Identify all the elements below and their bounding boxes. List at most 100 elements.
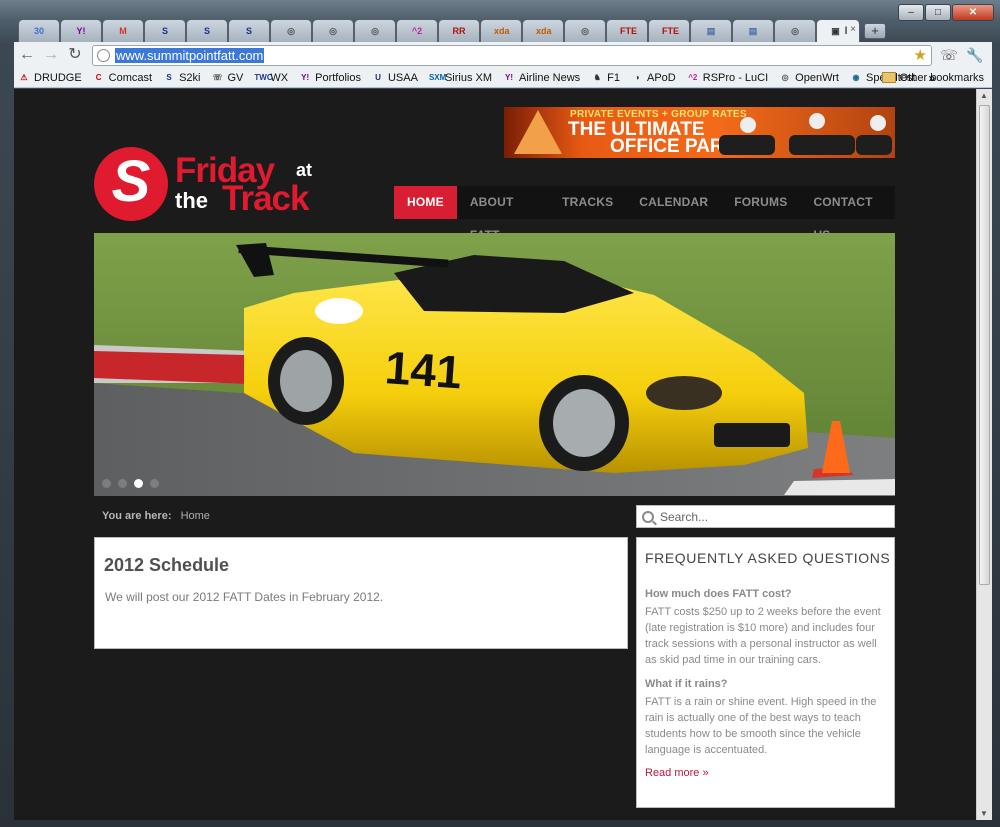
maximize-button[interactable]: □ bbox=[925, 4, 951, 21]
tab[interactable]: S bbox=[186, 19, 228, 42]
bookmark-item[interactable]: SXM Sirius XM bbox=[429, 72, 492, 84]
slide-dot[interactable] bbox=[150, 479, 159, 488]
tab[interactable]: xda bbox=[480, 19, 522, 42]
nav-item-forums[interactable]: FORUMS bbox=[721, 186, 800, 219]
faq-answer-line: language is accentuated. bbox=[645, 744, 768, 756]
address-bar[interactable]: www.summitpointfatt.com ★ bbox=[92, 44, 932, 66]
bookmark-favicon-icon: C bbox=[95, 72, 102, 82]
tab[interactable]: ◎ bbox=[774, 19, 816, 42]
bookmark-item[interactable]: TWC WX bbox=[254, 72, 288, 84]
scroll-down-arrow-icon[interactable]: ▼ bbox=[980, 809, 988, 818]
read-more-link[interactable]: Read more » bbox=[645, 767, 709, 779]
bookmark-item[interactable]: U USAA bbox=[372, 72, 418, 84]
nav-item-about-fatt[interactable]: ABOUT FATT bbox=[457, 186, 549, 242]
forward-arrow-icon[interactable]: → bbox=[40, 44, 62, 66]
bookmark-favicon-icon: ◉ bbox=[852, 72, 860, 82]
bookmark-item[interactable]: C Comcast bbox=[93, 72, 152, 84]
wrench-icon[interactable]: 🔧 bbox=[966, 46, 984, 64]
bookmark-label: F1 bbox=[607, 71, 620, 84]
calendar-icon: 30 bbox=[33, 26, 44, 36]
bookmark-item[interactable]: ♞ F1 bbox=[591, 72, 620, 84]
reload-icon[interactable]: ↻ bbox=[64, 44, 86, 66]
tab[interactable]: Y! bbox=[60, 19, 102, 42]
address-url[interactable]: www.summitpointfatt.com bbox=[115, 47, 265, 63]
faq-answer-line: rain is actually one of the best ways to… bbox=[645, 712, 861, 724]
s2ki-icon: S bbox=[161, 26, 168, 36]
helmet-graphic bbox=[809, 113, 825, 129]
bookmark-label: Sirius XM bbox=[444, 71, 493, 84]
bookmark-item[interactable]: S S2ki bbox=[163, 72, 200, 84]
xda-icon: xda bbox=[494, 26, 510, 36]
s2ki-icon: S bbox=[245, 26, 252, 36]
bookmark-item[interactable]: ^2 RSPro - LuCI bbox=[687, 72, 768, 84]
bookmark-item[interactable]: ◑ APoD bbox=[631, 72, 676, 84]
bookmark-label: GV bbox=[227, 71, 244, 84]
slide-dot[interactable] bbox=[102, 479, 111, 488]
scrollbar-thumb[interactable] bbox=[979, 105, 990, 585]
tab[interactable]: M bbox=[102, 19, 144, 42]
breadcrumb-current[interactable]: Home bbox=[181, 510, 210, 522]
tab[interactable]: S bbox=[228, 19, 270, 42]
tab[interactable]: ◎ bbox=[354, 19, 396, 42]
nav-item-contact-us[interactable]: CONTACT US bbox=[800, 186, 895, 242]
tab[interactable]: FTE bbox=[648, 19, 690, 42]
hero-slideshow[interactable]: 141 bbox=[94, 233, 895, 496]
tab[interactable]: FTE bbox=[606, 19, 648, 42]
vertical-scrollbar[interactable]: ▲ ▼ bbox=[976, 89, 992, 820]
bookmark-favicon-icon: ⚠ bbox=[20, 72, 28, 82]
bookmark-item[interactable]: ☏ GV bbox=[211, 72, 243, 84]
back-arrow-icon[interactable]: ← bbox=[16, 44, 38, 66]
nav-item-calendar[interactable]: CALENDAR bbox=[626, 186, 721, 219]
faq-answer-line: track sessions with a personal instructo… bbox=[645, 638, 877, 650]
bookmark-item[interactable]: ⚠ DRUDGE bbox=[18, 72, 81, 84]
bookmark-item[interactable]: ◎ OpenWrt bbox=[779, 72, 839, 84]
browser-window: – □ ✕ 30 Y! M S S S ◎ ◎ ◎ ^2 RR xda xda ◎ FTE FTE ▤ ▤ ◎ ▣ I ×… bbox=[0, 0, 1000, 827]
scroll-up-arrow-icon[interactable]: ▲ bbox=[980, 91, 988, 100]
extension-icon[interactable]: ☏ bbox=[940, 46, 958, 64]
tab[interactable]: ◎ bbox=[312, 19, 354, 42]
nav-item-tracks[interactable]: TRACKS bbox=[549, 186, 626, 219]
folder-icon bbox=[881, 72, 896, 83]
bookmark-favicon-icon: ◎ bbox=[781, 72, 789, 82]
bookmark-item[interactable]: Y! Portfolios bbox=[299, 72, 361, 84]
bookmark-star-icon[interactable]: ★ bbox=[914, 46, 927, 64]
nav-item-home[interactable]: HOME bbox=[394, 186, 457, 219]
bookmark-favicon-icon: ◑ bbox=[634, 72, 640, 82]
faq-panel: FREQUENTLY ASKED QUESTIONS How much does… bbox=[636, 537, 895, 808]
tab[interactable]: 30 bbox=[18, 19, 60, 42]
article-title[interactable]: 2012 Schedule bbox=[104, 555, 229, 576]
close-tab-icon[interactable]: × bbox=[850, 24, 856, 35]
fte-icon: FTE bbox=[620, 26, 637, 36]
page-info-icon[interactable] bbox=[97, 48, 110, 62]
minimize-button[interactable]: – bbox=[898, 4, 924, 21]
slide-dot[interactable] bbox=[134, 479, 143, 488]
tab[interactable]: xda bbox=[522, 19, 564, 42]
slide-dot[interactable] bbox=[118, 479, 127, 488]
other-bookmarks-folder[interactable]: Other bookmarks bbox=[881, 72, 984, 84]
faq-answer: FATT is a rain or shine event. High spee… bbox=[645, 694, 885, 758]
new-tab-button[interactable]: + bbox=[864, 23, 886, 39]
site-search[interactable] bbox=[636, 505, 895, 528]
tab[interactable]: RR bbox=[438, 19, 480, 42]
tab[interactable]: ^2 bbox=[396, 19, 438, 42]
tab[interactable]: ▤ bbox=[732, 19, 774, 42]
tab[interactable]: ◎ bbox=[564, 19, 606, 42]
search-input[interactable] bbox=[660, 509, 880, 524]
tab-title: I bbox=[844, 25, 848, 37]
bookmark-item[interactable]: Y! Airline News bbox=[503, 72, 580, 84]
tab[interactable]: ◎ bbox=[270, 19, 312, 42]
tab-active[interactable]: ▣ I × bbox=[816, 19, 860, 42]
faq-answer-line: FATT is a rain or shine event. High spee… bbox=[645, 696, 877, 708]
slide-dots bbox=[102, 479, 159, 488]
bookmark-favicon-icon: Y! bbox=[301, 72, 310, 82]
tab[interactable]: ▤ bbox=[690, 19, 732, 42]
breadcrumb-prefix: You are here: bbox=[102, 510, 172, 522]
site-logo[interactable]: S Friday at the Track bbox=[94, 147, 326, 223]
close-window-button[interactable]: ✕ bbox=[952, 4, 994, 21]
bookmark-label: Portfolios bbox=[315, 71, 361, 84]
tab[interactable]: S bbox=[144, 19, 186, 42]
bookmarks-bar: ⚠ DRUDGE C Comcast S S2ki ☏ GV TWC WX Y! Portfolios… bbox=[14, 68, 992, 88]
warning-triangle-graphic bbox=[514, 110, 562, 154]
banner-ad[interactable]: PRIVATE EVENTS + GROUP RATES THE ULTIMAT… bbox=[504, 107, 895, 158]
globe-icon: ◎ bbox=[791, 26, 799, 36]
